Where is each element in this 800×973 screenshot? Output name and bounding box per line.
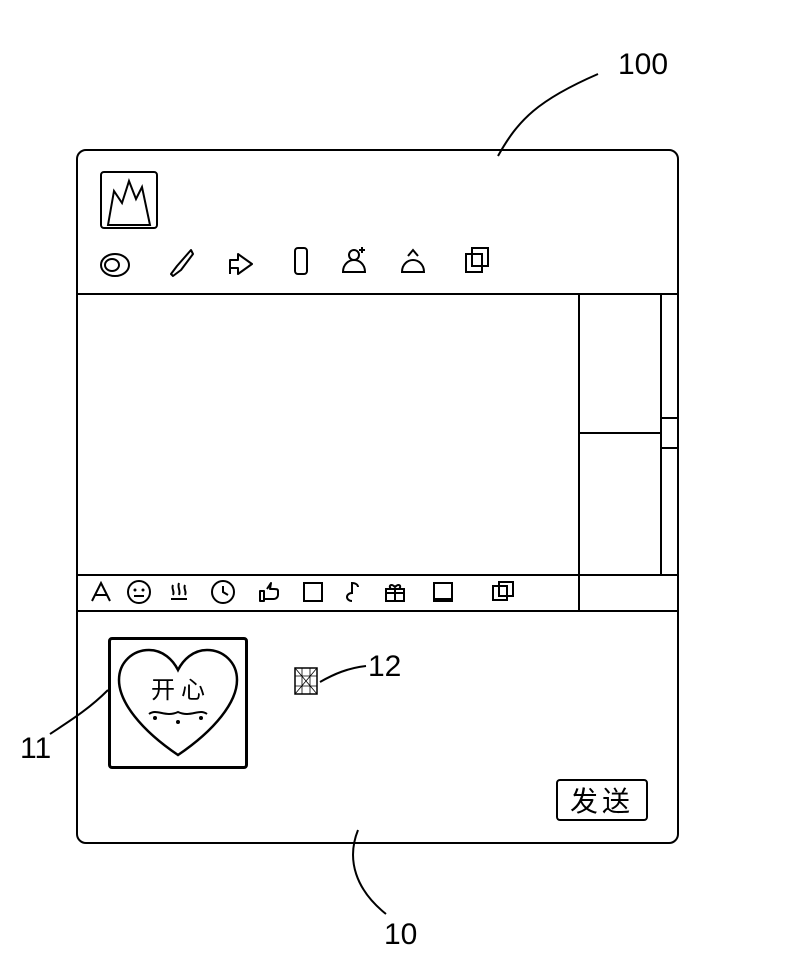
- copy-icon[interactable]: [460, 244, 494, 278]
- callout-12: 12: [368, 650, 401, 684]
- thumb-icon[interactable]: [256, 579, 282, 605]
- leadline-100: [498, 70, 618, 160]
- brush-icon[interactable]: [163, 244, 197, 278]
- leadline-11: [48, 690, 110, 740]
- square-icon[interactable]: [300, 579, 326, 605]
- header-divider: [78, 293, 677, 295]
- phone-icon[interactable]: [284, 244, 318, 278]
- contact-avatar[interactable]: [100, 171, 158, 229]
- callout-11: 11: [20, 732, 51, 766]
- share-icon[interactable]: [224, 244, 258, 278]
- clock-icon[interactable]: [210, 579, 236, 605]
- input-toolbar-divider: [78, 610, 677, 612]
- message-divider: [78, 574, 677, 576]
- gift-icon[interactable]: [382, 579, 408, 605]
- sidepanel-divider: [578, 293, 580, 610]
- hot-icon[interactable]: [166, 579, 192, 605]
- callout-100: 100: [618, 48, 668, 82]
- ring-icon[interactable]: [98, 248, 132, 282]
- window-icon[interactable]: [430, 579, 456, 605]
- scrollbar-thumb[interactable]: [660, 417, 679, 449]
- send-button-label: 发送: [570, 780, 634, 820]
- music-icon[interactable]: [340, 579, 366, 605]
- windows-icon[interactable]: [490, 579, 516, 605]
- leadline-10: [338, 830, 408, 920]
- callout-10: 10: [384, 918, 417, 952]
- text-cursor: [294, 667, 318, 695]
- font-icon[interactable]: [88, 579, 114, 605]
- leadline-12: [320, 664, 366, 688]
- emoji-icon[interactable]: [126, 579, 152, 605]
- send-button[interactable]: 发送: [556, 779, 648, 821]
- svg-text:开 心: 开 心: [151, 678, 205, 704]
- receive-icon[interactable]: [396, 244, 430, 278]
- sticker-preview[interactable]: 开 心: [108, 637, 248, 769]
- add-contact-icon[interactable]: [337, 244, 371, 278]
